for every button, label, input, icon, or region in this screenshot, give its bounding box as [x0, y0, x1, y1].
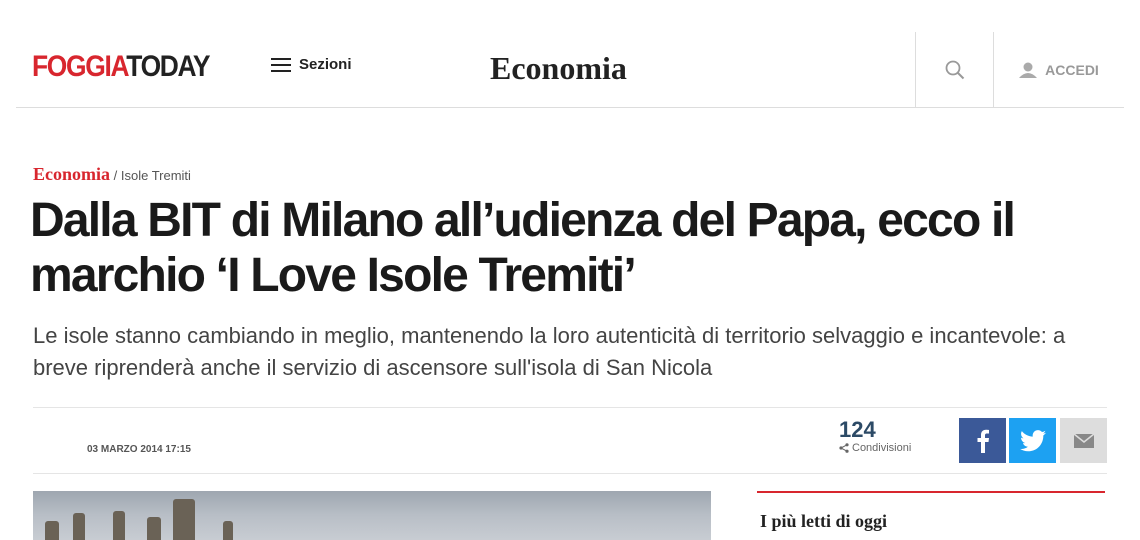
logo-dark-part: TODAY: [126, 50, 210, 83]
statue-silhouette: [45, 521, 59, 540]
twitter-icon: [1019, 429, 1046, 451]
site-logo[interactable]: FOGGIATODAY: [32, 50, 210, 84]
search-icon: [945, 60, 964, 79]
statue-silhouette: [73, 513, 85, 540]
user-icon: [1019, 62, 1038, 78]
article-hero-image: [33, 491, 711, 540]
article-date: 03 MARZO 2014 17:15: [87, 444, 191, 455]
twitter-share-button[interactable]: [1009, 418, 1056, 463]
article-headline: Dalla BIT di Milano all’udienza del Papa…: [30, 194, 1016, 302]
statue-silhouette: [147, 517, 161, 540]
share-count-label-row: Condivisioni: [839, 442, 911, 454]
sections-menu-button[interactable]: Sezioni: [271, 56, 352, 73]
breadcrumb-category[interactable]: Economia: [33, 164, 110, 184]
login-label: ACCEDI: [1045, 61, 1099, 78]
article-meta-bar: 03 MARZO 2014 17:15 124 Condivisioni: [33, 407, 1107, 474]
mail-icon: [1073, 433, 1094, 448]
share-count-label: Condivisioni: [852, 442, 912, 454]
most-read-title: I più letti di oggi: [760, 511, 888, 531]
sections-menu-label: Sezioni: [299, 56, 352, 73]
statue-silhouette: [113, 511, 125, 540]
site-header: FOGGIATODAY Sezioni Economia ACCEDI: [16, 32, 1124, 108]
breadcrumb-subcategory[interactable]: Isole Tremiti: [121, 168, 191, 183]
article-subtitle: Le isole stanno cambiando in meglio, man…: [33, 323, 1066, 380]
section-title: Economia: [490, 50, 627, 86]
email-share-button[interactable]: [1060, 418, 1107, 463]
share-counter: 124 Condivisioni: [839, 417, 911, 455]
breadcrumb-separator: /: [110, 168, 121, 183]
facebook-icon: [977, 429, 989, 453]
login-button[interactable]: ACCEDI: [993, 32, 1124, 107]
sidebar-rule: [757, 491, 1105, 493]
statue-silhouette: [223, 521, 233, 540]
share-count: 124: [839, 417, 876, 442]
statue-silhouette: [173, 499, 195, 540]
logo-red-part: FOGGIA: [32, 50, 128, 83]
facebook-share-button[interactable]: [959, 418, 1006, 463]
search-button[interactable]: [915, 32, 993, 107]
share-icon: [839, 443, 849, 453]
breadcrumb: Economia / Isole Tremiti: [33, 164, 191, 185]
hamburger-icon: [271, 57, 291, 72]
